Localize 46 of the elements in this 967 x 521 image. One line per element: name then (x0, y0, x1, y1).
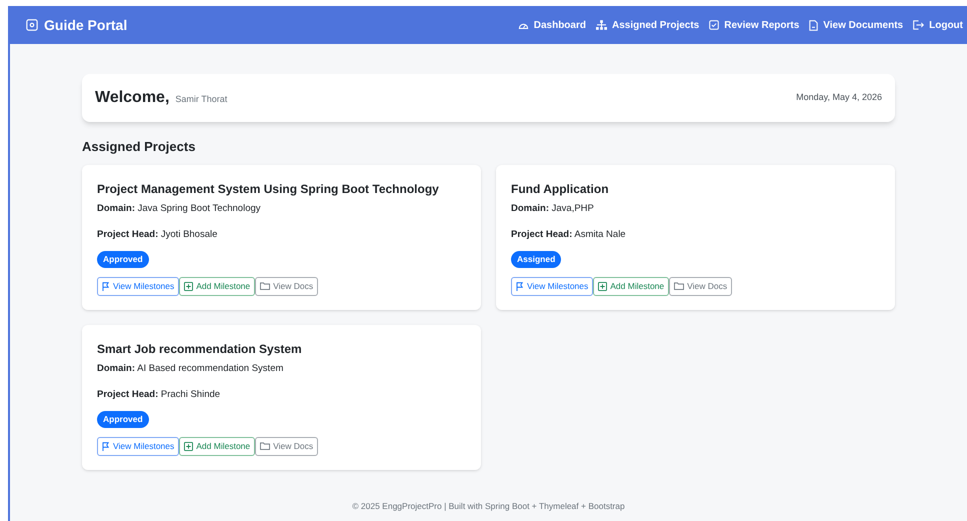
project-title: Smart Job recommendation System (97, 340, 302, 358)
nav-link[interactable]: Dashboard (518, 18, 586, 32)
checkbox-icon (709, 20, 720, 30)
folder-icon (674, 282, 684, 290)
portal-icon (26, 19, 38, 31)
project-head: Project Head: Prachi Shinde (97, 388, 220, 402)
project-head: Project Head: Asmita Nale (511, 228, 626, 242)
project-head: Project Head: Jyoti Bhosale (97, 228, 218, 242)
project-title: Project Management System Using Spring Boot Technology (97, 180, 439, 198)
folder-icon (260, 442, 270, 450)
nav-link[interactable]: Assigned Projects (596, 18, 700, 32)
logout-icon (913, 20, 924, 30)
plus-square-icon (184, 442, 194, 451)
plus-square-icon (598, 282, 608, 291)
user-name: Samir Thorat (175, 92, 228, 106)
flag-icon (102, 282, 110, 291)
view-button[interactable]: View Docs (255, 276, 318, 296)
project-domain: Domain: AI Based recommendation System (97, 362, 284, 376)
hierarchy-icon (596, 20, 607, 30)
welcome-heading: Welcome, (95, 88, 170, 108)
status-badge: Approved (97, 411, 149, 428)
nav-link[interactable]: Logout (913, 18, 963, 32)
nav-link[interactable]: View Documents (809, 18, 904, 32)
document-icon (809, 20, 818, 30)
footer-text: © 2025 EnggProjectPro | Built with Spring Boot + Thymeleaf + Bootstrap (352, 500, 625, 513)
flag-icon (516, 282, 524, 291)
flag-icon (102, 442, 110, 451)
view-button[interactable]: View Milestones (97, 276, 180, 296)
section-heading: Assigned Projects (82, 138, 196, 156)
view-button[interactable]: View Milestones (97, 436, 180, 456)
brand-link[interactable]: Guide Portal (26, 14, 128, 36)
nav-link[interactable]: Review Reports (709, 18, 800, 32)
project-domain: Domain: Java Spring Boot Technology (97, 202, 261, 216)
add-button[interactable]: Add Milestone (593, 276, 670, 296)
view-button[interactable]: View Milestones (511, 276, 594, 296)
project-title: Fund Application (511, 180, 609, 198)
status-badge: Approved (97, 251, 149, 268)
plus-square-icon (184, 282, 194, 291)
view-button[interactable]: View Docs (255, 436, 318, 456)
status-badge: Assigned (511, 251, 562, 268)
project-domain: Domain: Java,PHP (511, 202, 594, 216)
folder-icon (260, 282, 270, 290)
current-date: Monday, May 4, 2026 (796, 91, 882, 104)
add-button[interactable]: Add Milestone (179, 276, 256, 296)
view-button[interactable]: View Docs (669, 276, 732, 296)
add-button[interactable]: Add Milestone (179, 436, 256, 456)
